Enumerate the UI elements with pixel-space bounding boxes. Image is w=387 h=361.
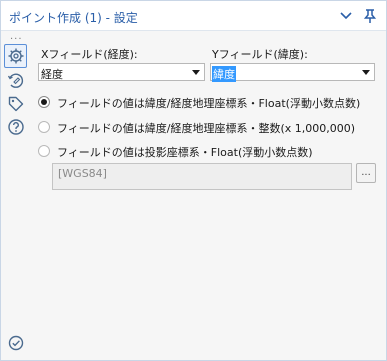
window-title: ポイント作成 (1) - 設定 — [9, 11, 138, 25]
config-panel: Xフィールド(経度): Yフィールド(緯度): 経度 緯度 フィールドの値は緯度… — [31, 32, 386, 361]
option-label: フィールドの値は投影座標系・Float(浮動小数点数) — [57, 146, 313, 159]
sidebar — [1, 32, 31, 361]
check-circle-icon[interactable] — [7, 334, 25, 352]
help-icon[interactable] — [7, 118, 25, 136]
radio-latlong-integer[interactable] — [38, 121, 50, 133]
chevron-down-icon — [340, 12, 352, 20]
option-label: フィールドの値は緯度/経度地理座標系・整数(x 1,000,000) — [57, 122, 356, 135]
annotation-icon[interactable] — [7, 72, 25, 90]
option-label: フィールドの値は緯度/経度地理座標系・Float(浮動小数点数) — [57, 97, 361, 110]
pin-icon — [363, 9, 377, 23]
x-field-value: 経度 — [41, 68, 63, 81]
title-bar: ポイント作成 (1) - 設定 — [1, 1, 386, 31]
y-field-label: Yフィールド(緯度): — [212, 48, 308, 61]
gear-icon[interactable] — [7, 47, 25, 65]
projection-value: [WGS84] — [58, 167, 107, 180]
collapse-button[interactable] — [337, 7, 355, 25]
pin-button[interactable] — [361, 7, 379, 25]
y-field-value: 緯度 — [212, 66, 236, 82]
tool-config-window: ポイント作成 (1) - 設定 ··· Xフィールド(経度): Yフィールド(緯… — [0, 0, 387, 361]
projection-browse-button[interactable]: ... — [356, 163, 376, 183]
x-field-select[interactable]: 経度 — [38, 63, 205, 81]
radio-latlong-float[interactable] — [38, 96, 50, 108]
dropdown-arrow-icon — [192, 70, 200, 75]
radio-projected-float[interactable] — [38, 145, 50, 157]
tag-icon[interactable] — [7, 95, 25, 113]
projection-field[interactable]: [WGS84] — [52, 163, 352, 190]
browse-label: ... — [361, 167, 371, 178]
y-field-select[interactable]: 緯度 — [210, 63, 375, 82]
x-field-label: Xフィールド(経度): — [41, 48, 138, 61]
dropdown-arrow-icon — [362, 70, 370, 75]
